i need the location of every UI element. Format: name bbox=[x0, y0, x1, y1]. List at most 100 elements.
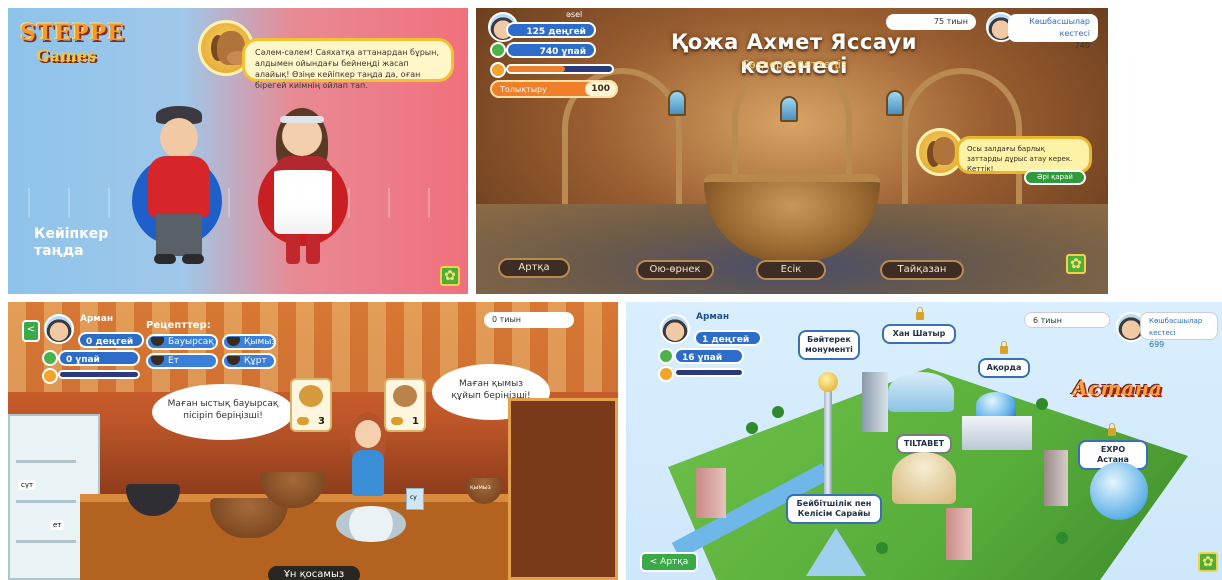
star-icon bbox=[490, 42, 506, 58]
player-avatar bbox=[660, 314, 690, 344]
energy-bar bbox=[674, 368, 744, 377]
landmark-peace-palace[interactable]: Бейбітшілік пен Келісім Сарайы bbox=[786, 494, 882, 524]
window bbox=[668, 90, 686, 116]
baiterek-sphere bbox=[818, 372, 838, 392]
order-card-kumys: 1 bbox=[384, 378, 426, 432]
energy-icon bbox=[658, 366, 674, 382]
city-title: Астана bbox=[1072, 376, 1163, 400]
bowl-icon bbox=[151, 337, 164, 346]
level-badge: 1 деңгей bbox=[694, 330, 762, 346]
ornament-band bbox=[8, 188, 468, 218]
cupboard bbox=[508, 398, 618, 580]
khan-shatyr-building[interactable] bbox=[888, 372, 954, 412]
window bbox=[886, 90, 904, 116]
skyscraper bbox=[862, 372, 888, 432]
steppe-games-logo: STEPPE Games bbox=[20, 20, 125, 65]
baiterek-tower[interactable] bbox=[824, 388, 832, 508]
leaderboard-button[interactable]: Көшбасшылар кестесі 740 bbox=[1008, 14, 1098, 50]
leaderboard-button[interactable]: Көшбасшылар кестесі 699 bbox=[1140, 312, 1218, 349]
landmark-tiltabet[interactable]: TILTABET bbox=[896, 434, 952, 454]
level-badge: 0 деңгей bbox=[78, 332, 144, 348]
energy-icon bbox=[42, 368, 58, 384]
nav-button-cauldron[interactable]: Тайқазан bbox=[880, 260, 964, 280]
player-name: əsel bbox=[566, 10, 583, 19]
tiltabet-yurt[interactable] bbox=[892, 452, 956, 504]
back-button[interactable]: < bbox=[22, 320, 40, 342]
landmark-baiterek[interactable]: Бәйтерек монументі bbox=[798, 330, 860, 360]
star-icon bbox=[658, 348, 674, 364]
apartment-block bbox=[946, 508, 972, 560]
recipe-baursak[interactable]: Бауырсақ bbox=[146, 334, 218, 350]
location-subtitle: Сөздерді реттеңіз bbox=[741, 58, 847, 71]
skyscraper bbox=[1044, 450, 1068, 506]
coins-counter: 0 тиын bbox=[484, 312, 574, 328]
landmark-khan-shatyr[interactable]: Хан Шатыр bbox=[882, 324, 956, 344]
bowl-icon bbox=[151, 356, 164, 365]
window bbox=[780, 96, 798, 122]
kumys-bowl-icon bbox=[393, 385, 417, 407]
landmark-akorda[interactable]: Ақорда bbox=[978, 358, 1030, 378]
player-avatar bbox=[44, 314, 74, 344]
bowl-icon bbox=[227, 337, 240, 346]
tree bbox=[1036, 398, 1048, 410]
kitchen-panel: < Арман 0 деңгей 0 ұпай Рецепттер: Бауыр… bbox=[8, 302, 618, 580]
bowl-icon bbox=[227, 356, 240, 365]
recipe-kurt[interactable]: Құрт bbox=[222, 353, 276, 369]
water-cup[interactable]: су bbox=[406, 488, 424, 510]
nav-button-door[interactable]: Есік bbox=[756, 260, 826, 280]
coins-counter: 75 тиын bbox=[886, 14, 976, 30]
nav-button-ornament[interactable]: Ою-өрнек bbox=[636, 260, 714, 280]
level-badge: 125 деңгей bbox=[506, 22, 596, 38]
coins-counter: 6 тиын bbox=[1024, 312, 1110, 328]
lock-icon bbox=[1108, 423, 1116, 436]
points-badge: 16 ұпай bbox=[674, 348, 744, 364]
akorda-building[interactable] bbox=[962, 416, 1032, 450]
settings-gear-icon[interactable]: ✿ bbox=[1198, 552, 1218, 572]
settings-gear-icon[interactable]: ✿ bbox=[440, 266, 460, 286]
recipe-meat[interactable]: Ет bbox=[146, 353, 218, 369]
customer-girl bbox=[346, 412, 390, 502]
girl-character[interactable] bbox=[258, 106, 348, 266]
lock-icon bbox=[916, 307, 924, 320]
next-button[interactable]: Әрі қарай bbox=[1024, 170, 1086, 185]
back-button[interactable]: Артқа bbox=[498, 258, 570, 278]
recipe-kumys[interactable]: Қымыз bbox=[222, 334, 276, 350]
tree bbox=[876, 542, 888, 554]
plate[interactable] bbox=[336, 506, 406, 542]
star-icon bbox=[42, 350, 58, 366]
back-button[interactable]: < Артқа bbox=[640, 552, 698, 572]
customer-bubble-left: Маған ыстық бауырсақ пісіріп беріңізші! bbox=[152, 384, 294, 440]
add-flour-label[interactable]: Ұн қосамыз bbox=[268, 566, 360, 580]
expo-sphere[interactable] bbox=[1090, 462, 1148, 520]
energy-icon bbox=[490, 62, 506, 78]
guide-speech-text: Сәлем-сәлем! Саяхатқа аттанардан бұрын, … bbox=[255, 48, 439, 90]
akorda-dome bbox=[976, 392, 1016, 418]
player-name: Арман bbox=[696, 312, 730, 322]
boy-character[interactable] bbox=[134, 106, 224, 266]
refill-button[interactable]: Толықтыру 100 bbox=[490, 80, 618, 98]
guide-speech-bubble: Осы залдағы барлық заттарды дұрыс атау к… bbox=[956, 136, 1092, 174]
apartment-block bbox=[696, 468, 726, 518]
points-badge: 0 ұпай bbox=[58, 350, 140, 366]
baursak-icon bbox=[299, 385, 323, 407]
tree bbox=[746, 422, 758, 434]
energy-bar-fill bbox=[508, 66, 566, 72]
player-name: Арман bbox=[80, 314, 114, 324]
coin-icon bbox=[391, 417, 403, 425]
energy-bar bbox=[506, 64, 614, 74]
tree bbox=[772, 406, 784, 418]
peace-palace-pyramid bbox=[806, 528, 866, 576]
pick-character-label: Кейіпкер таңда bbox=[34, 226, 109, 259]
milk-label: сүт bbox=[18, 480, 37, 490]
recipes-label: Рецепттер: bbox=[146, 320, 211, 331]
meat-label: ет bbox=[50, 520, 65, 530]
coin-icon bbox=[297, 417, 309, 425]
astana-map-panel: Арман 1 деңгей 16 ұпай 6 тиын Көшбасшыла… bbox=[626, 302, 1222, 580]
mausoleum-panel: əsel 125 деңгей 740 ұпай Толықтыру 100 7… bbox=[476, 8, 1108, 294]
character-select-panel: STEPPE Games Сәлем-сәлем! Саяхатқа аттан… bbox=[8, 8, 468, 294]
lock-icon bbox=[1000, 341, 1008, 354]
refill-count: 100 bbox=[585, 82, 616, 96]
guide-speech-bubble: Сәлем-сәлем! Саяхатқа аттанардан бұрын, … bbox=[242, 38, 454, 90]
tree bbox=[1056, 532, 1068, 544]
settings-gear-icon[interactable]: ✿ bbox=[1066, 254, 1086, 274]
